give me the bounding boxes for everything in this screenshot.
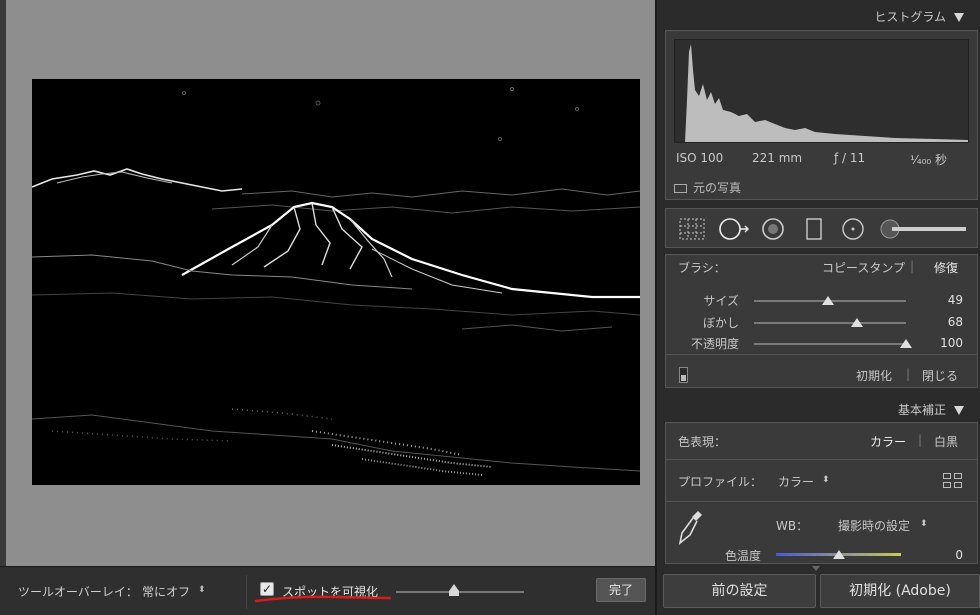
- original-photo-label: 元の写真: [693, 181, 742, 195]
- select-arrows-icon[interactable]: ⬍: [920, 519, 928, 529]
- wb-label: WB：: [776, 519, 809, 533]
- original-photo-checkbox[interactable]: [674, 184, 687, 193]
- tool-overlay-label: ツールオーバーレイ：: [18, 585, 138, 599]
- radial-filter-icon[interactable]: [840, 217, 866, 241]
- spot-removal-icon[interactable]: [718, 217, 752, 241]
- select-arrows-icon[interactable]: ⬍: [822, 475, 830, 485]
- wb-select[interactable]: 撮影時の設定: [838, 517, 910, 534]
- opacity-slider[interactable]: [754, 343, 906, 345]
- panel-scroll-handle[interactable]: [812, 566, 820, 571]
- temperature-value[interactable]: 0: [955, 548, 963, 562]
- select-arrows-icon[interactable]: ⬍: [198, 585, 206, 595]
- collapse-triangle-icon[interactable]: [954, 13, 964, 22]
- photo-canvas[interactable]: [32, 79, 640, 485]
- bottom-toolbar: ツールオーバーレイ： 常にオフ ⬍ ✓ スポットを可視化 完了: [0, 566, 655, 615]
- size-slider-label: サイズ: [703, 294, 739, 308]
- red-eye-icon[interactable]: [760, 217, 786, 241]
- histogram-graph[interactable]: [674, 39, 969, 143]
- panel-divider: [666, 354, 977, 355]
- feather-slider[interactable]: [754, 322, 906, 324]
- size-slider-thumb[interactable]: [822, 296, 835, 305]
- visualized-spot-image: [32, 79, 640, 485]
- bottom-button-bar: 前の設定 初期化 (Adobe): [663, 574, 980, 608]
- basic-divider: [666, 459, 977, 460]
- adjustment-brush-icon[interactable]: [878, 217, 968, 241]
- feather-value[interactable]: 68: [948, 315, 963, 329]
- graduated-filter-icon[interactable]: [804, 217, 824, 241]
- tool-strip: [665, 208, 978, 248]
- brush-label: ブラシ：: [678, 261, 726, 275]
- reset-adobe-button[interactable]: 初期化 (Adobe): [820, 574, 980, 608]
- aperture-value: ƒ / 11: [834, 151, 866, 165]
- treatment-bw-button[interactable]: 白黒: [934, 433, 958, 450]
- temperature-slider-thumb[interactable]: [832, 550, 845, 559]
- done-button[interactable]: 完了: [596, 578, 646, 602]
- previous-settings-button[interactable]: 前の設定: [663, 574, 816, 608]
- shutter-speed-value: ¹⁄₄₀₀ 秒: [910, 153, 948, 167]
- iso-value: ISO 100: [676, 151, 724, 165]
- develop-right-panel: ヒストグラム ISO 100 221 mm ƒ / 11 ¹⁄₄₀₀ 秒 元の写…: [655, 0, 980, 615]
- red-annotation-underline: [254, 595, 392, 603]
- original-photo-toggle[interactable]: 元の写真: [674, 179, 741, 196]
- crop-overlay-icon[interactable]: [678, 217, 706, 241]
- basic-header[interactable]: 基本補正: [898, 401, 964, 418]
- opacity-slider-label: 不透明度: [690, 337, 739, 351]
- slider-thumb-icon: [448, 584, 459, 596]
- heal-mode-button[interactable]: 修復: [934, 259, 958, 276]
- histogram-title: ヒストグラム: [874, 10, 946, 24]
- clone-mode-button[interactable]: コピースタンプ: [822, 259, 905, 276]
- opacity-slider-thumb[interactable]: [900, 339, 912, 348]
- toolbar-divider: [246, 575, 247, 609]
- panel-switch-icon[interactable]: [679, 367, 688, 383]
- temperature-label: 色温度: [724, 549, 761, 563]
- opacity-value[interactable]: 100: [940, 336, 963, 350]
- feather-slider-label: ぼかし: [702, 316, 739, 330]
- treatment-color-button[interactable]: カラー: [870, 433, 906, 450]
- profile-select[interactable]: カラー: [778, 473, 814, 490]
- treatment-separator: |: [918, 433, 923, 447]
- basic-divider: [666, 501, 977, 502]
- focal-length-value: 221 mm: [752, 151, 803, 165]
- histogram-curve: [685, 44, 968, 142]
- tool-overlay-select[interactable]: 常にオフ: [142, 583, 190, 600]
- histogram-header[interactable]: ヒストグラム: [874, 8, 964, 25]
- visualize-threshold-slider[interactable]: [396, 591, 524, 593]
- eyedropper-icon[interactable]: [678, 509, 704, 547]
- treatment-label: 色表現：: [678, 435, 727, 449]
- profile-label: プロファイル：: [678, 475, 763, 489]
- feather-slider-thumb[interactable]: [851, 318, 864, 327]
- basic-title: 基本補正: [897, 403, 946, 417]
- basic-panel: 色表現： カラー | 白黒 プロファイル： カラー ⬍ WB： 撮影時の設定 ⬍…: [665, 422, 978, 564]
- profile-browser-icon[interactable]: [943, 473, 963, 489]
- histogram-panel: ISO 100 221 mm ƒ / 11 ¹⁄₄₀₀ 秒 元の写真: [665, 30, 978, 200]
- reset-close-separator: |: [906, 367, 911, 381]
- image-workspace: [0, 0, 655, 566]
- mode-separator: |: [910, 259, 915, 273]
- collapse-triangle-icon[interactable]: [954, 406, 964, 415]
- spot-removal-panel: ブラシ： コピースタンプ | 修復 サイズ 49 ぼかし 68 不透明度 100…: [665, 254, 978, 388]
- size-value[interactable]: 49: [948, 293, 963, 307]
- reset-button[interactable]: 初期化: [856, 367, 892, 384]
- close-button[interactable]: 閉じる: [922, 367, 958, 384]
